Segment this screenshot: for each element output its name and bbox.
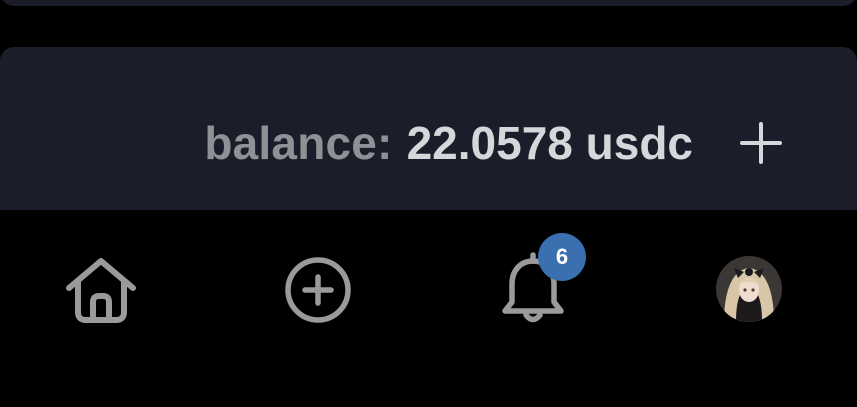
nav-home-button[interactable] (61, 250, 141, 330)
plus-icon (740, 122, 782, 164)
notification-count-badge: 6 (538, 233, 586, 281)
profile-avatar-button[interactable] (716, 256, 782, 322)
balance-amount: 22.0578 usdc (406, 117, 693, 169)
nav-create-button[interactable] (278, 250, 358, 330)
balance-label: balance: (204, 117, 393, 169)
balance-row: balance: 22.0578 usdc (204, 113, 785, 173)
add-funds-button[interactable] (737, 119, 785, 167)
top-card (0, 0, 857, 6)
home-icon (66, 258, 136, 323)
app-screen: balance: 22.0578 usdc 6 (0, 0, 857, 407)
plus-circle-icon (285, 257, 351, 323)
avatar (716, 256, 782, 322)
